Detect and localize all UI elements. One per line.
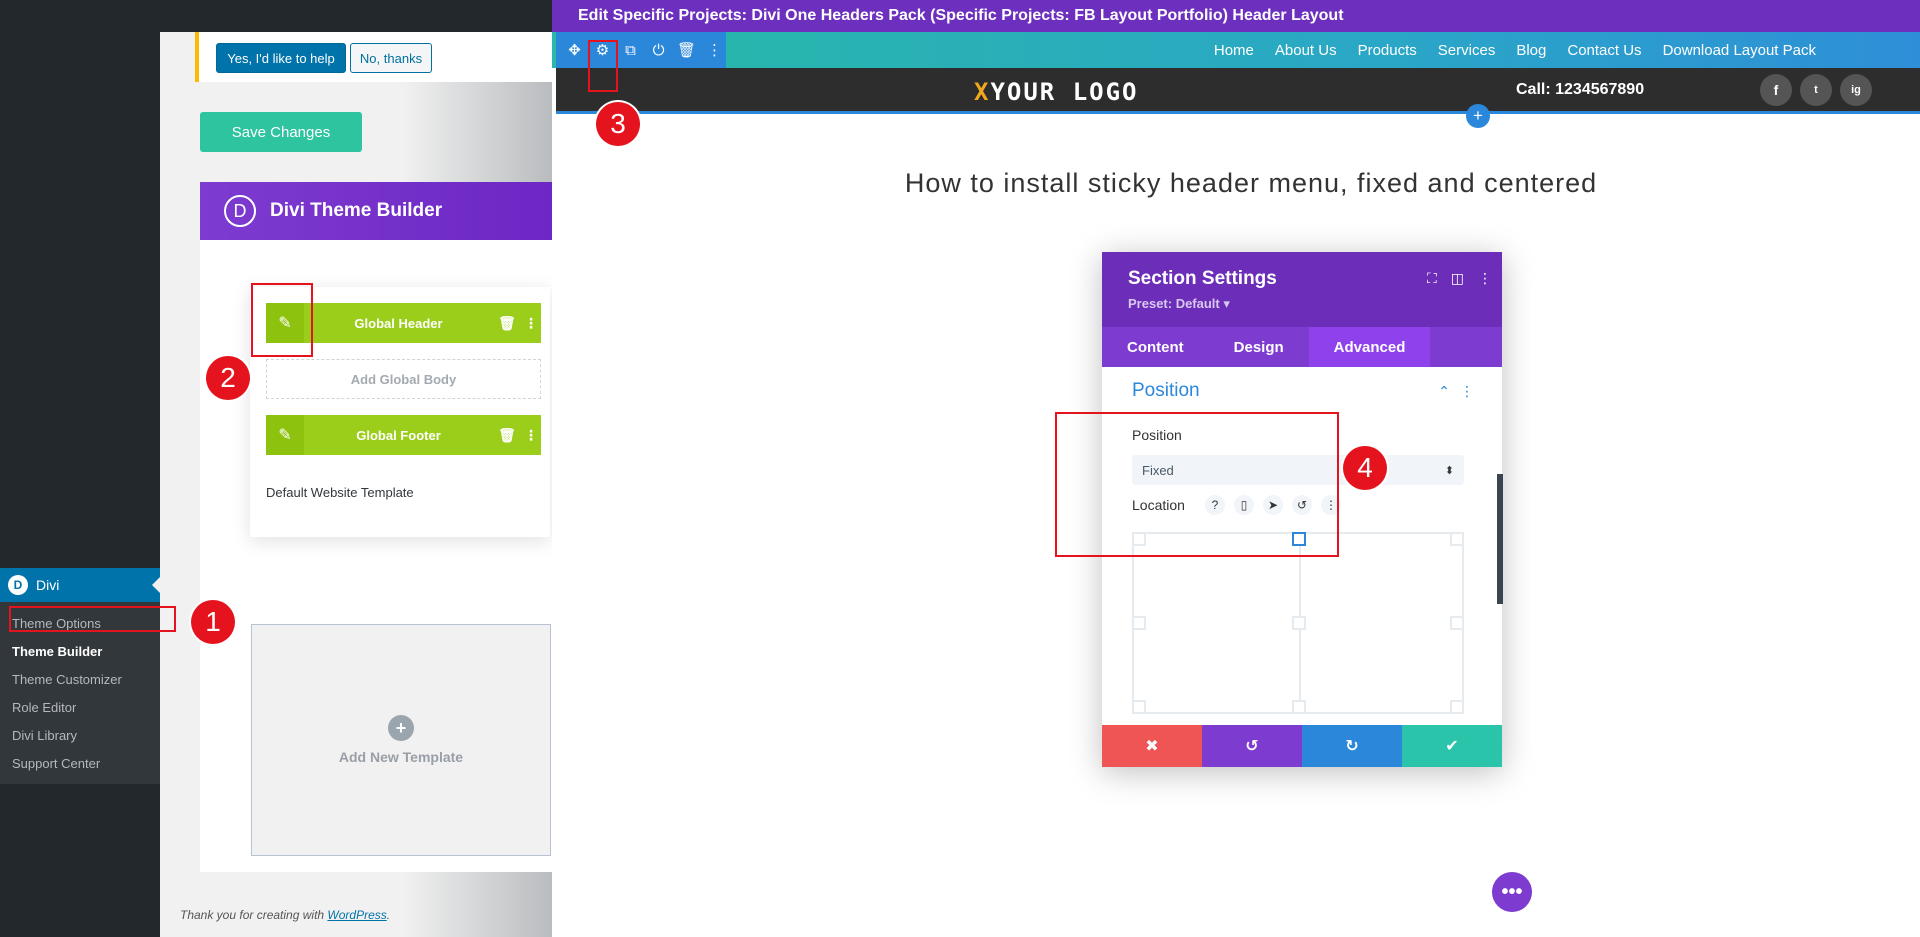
- location-center[interactable]: [1292, 616, 1306, 630]
- instagram-icon[interactable]: ig: [1840, 74, 1872, 106]
- more-icon[interactable]: ⋮: [521, 427, 541, 444]
- submenu-divi-library[interactable]: Divi Library: [0, 722, 160, 750]
- admin-menu-divi[interactable]: D Divi: [0, 568, 160, 602]
- global-footer-bar[interactable]: ✎ Global Footer 🗑 ⋮: [266, 415, 541, 455]
- add-section-button[interactable]: +: [1466, 104, 1490, 128]
- location-top-right[interactable]: [1450, 532, 1464, 546]
- trash-icon[interactable]: 🗑: [493, 315, 521, 332]
- trash-icon[interactable]: 🗑: [493, 427, 521, 444]
- pencil-icon[interactable]: ✎: [266, 415, 304, 455]
- settings-footer: ✖ ↺ ↻ ✔: [1102, 725, 1502, 767]
- nav-blog[interactable]: Blog: [1516, 42, 1546, 59]
- global-footer-label: Global Footer: [356, 427, 441, 443]
- redo-icon[interactable]: ↻: [1302, 725, 1402, 767]
- settings-header-icons: ⛶ ◫ ⋮: [1427, 270, 1492, 287]
- nav-download-layout-pack[interactable]: Download Layout Pack: [1663, 42, 1816, 59]
- facebook-icon[interactable]: f: [1760, 74, 1792, 106]
- visual-builder: Edit Specific Projects: Divi One Headers…: [552, 0, 1920, 937]
- plus-icon: +: [388, 715, 414, 741]
- location-center-left[interactable]: [1132, 616, 1146, 630]
- nav-contact-us[interactable]: Contact Us: [1567, 42, 1641, 59]
- annotation-marker-3: 3: [596, 102, 640, 146]
- annotation-marker-2: 2: [206, 356, 250, 400]
- check-icon[interactable]: ✔: [1402, 725, 1502, 767]
- call-text: Call: 1234567890: [1516, 81, 1645, 98]
- divi-icon: D: [8, 575, 28, 595]
- site-header: XYOUR LOGO Call: 1234567890 f t ig: [556, 68, 1920, 114]
- more-icon[interactable]: ⋮: [704, 41, 725, 59]
- page-heading: How to install sticky header menu, fixed…: [904, 168, 1598, 198]
- theme-builder-header: D Divi Theme Builder: [200, 182, 552, 240]
- add-new-template-label: Add New Template: [338, 749, 464, 765]
- wp-footer-text: Thank you for creating with WordPress.: [180, 908, 390, 922]
- section-toggle-icons[interactable]: ⌃⋮: [1438, 383, 1484, 400]
- split-view-icon[interactable]: ◫: [1451, 270, 1464, 287]
- settings-header: Section Settings Preset: Default ▾ ⛶ ◫ ⋮: [1102, 252, 1502, 327]
- more-icon[interactable]: ⋮: [521, 315, 541, 332]
- position-section-title[interactable]: Position: [1132, 380, 1200, 402]
- location-grid: [1132, 532, 1464, 714]
- move-icon[interactable]: ✥: [564, 41, 585, 59]
- add-global-body[interactable]: Add Global Body: [266, 359, 541, 399]
- more-icon[interactable]: ⋮: [1478, 270, 1492, 287]
- admin-notice: Yes, I'd like to help No, thanks: [195, 32, 552, 82]
- logo-text: YOUR LOGO: [990, 78, 1139, 106]
- tab-advanced[interactable]: Advanced: [1308, 327, 1431, 367]
- wp-content-area: Yes, I'd like to help No, thanks Save Ch…: [160, 32, 552, 937]
- footer-period: .: [386, 908, 391, 922]
- tab-design[interactable]: Design: [1209, 327, 1309, 367]
- admin-menu-divi-label: Divi: [36, 577, 60, 593]
- global-header-label: Global Header: [354, 315, 443, 331]
- settings-title: Section Settings: [1128, 268, 1277, 289]
- power-icon[interactable]: ⏻: [648, 42, 669, 59]
- twitter-icon[interactable]: t: [1800, 74, 1832, 106]
- annotation-marker-4: 4: [1343, 446, 1387, 490]
- theme-builder-title: Divi Theme Builder: [270, 200, 443, 221]
- annotation-box-4: [1055, 412, 1339, 557]
- site-logo[interactable]: XYOUR LOGO: [974, 78, 1139, 106]
- wordpress-link[interactable]: WordPress: [327, 908, 386, 922]
- template-name: Default Website Template: [266, 485, 414, 500]
- nav-services[interactable]: Services: [1438, 42, 1496, 59]
- nav-home[interactable]: Home: [1214, 42, 1254, 59]
- tab-content[interactable]: Content: [1102, 327, 1209, 367]
- settings-scrollbar[interactable]: [1497, 474, 1503, 604]
- header-menu-bar: ✥ ⚙ ⧉ ⏻ 🗑 ⋮ Home About Us Products Servi…: [552, 32, 1920, 68]
- add-new-template[interactable]: + Add New Template: [251, 624, 551, 856]
- notice-no-button[interactable]: No, thanks: [350, 43, 432, 73]
- annotation-box-2: [251, 283, 313, 357]
- fullscreen-icon[interactable]: ⛶: [1427, 270, 1437, 287]
- location-bottom-center[interactable]: [1292, 700, 1306, 714]
- main-nav: Home About Us Products Services Blog Con…: [1214, 32, 1816, 68]
- builder-menu-button[interactable]: •••: [1492, 872, 1532, 912]
- location-bottom-left[interactable]: [1132, 700, 1146, 714]
- submenu-role-editor[interactable]: Role Editor: [0, 694, 160, 722]
- submenu-support-center[interactable]: Support Center: [0, 750, 160, 778]
- location-bottom-right[interactable]: [1450, 700, 1464, 714]
- annotation-box-1: [9, 606, 176, 632]
- close-icon[interactable]: ✖: [1102, 725, 1202, 767]
- preset-dropdown[interactable]: Preset: Default ▾: [1128, 296, 1230, 312]
- divi-logo-icon: D: [224, 195, 256, 227]
- duplicate-icon[interactable]: ⧉: [620, 42, 641, 59]
- section-toolbar: ✥ ⚙ ⧉ ⏻ 🗑 ⋮: [556, 32, 726, 68]
- settings-tabs: Content Design Advanced: [1102, 327, 1502, 367]
- footer-text: Thank you for creating with: [180, 908, 325, 922]
- logo-accent: X: [974, 78, 991, 106]
- undo-icon[interactable]: ↺: [1202, 725, 1302, 767]
- annotation-box-3: [588, 40, 618, 92]
- nav-products[interactable]: Products: [1358, 42, 1417, 59]
- save-changes-button[interactable]: Save Changes: [200, 112, 362, 152]
- submenu-theme-builder[interactable]: Theme Builder: [0, 638, 160, 666]
- submenu-theme-customizer[interactable]: Theme Customizer: [0, 666, 160, 694]
- annotation-marker-1: 1: [191, 600, 235, 644]
- notice-yes-button[interactable]: Yes, I'd like to help: [216, 43, 346, 73]
- nav-about-us[interactable]: About Us: [1275, 42, 1337, 59]
- trash-icon[interactable]: 🗑: [676, 41, 697, 59]
- builder-title: Edit Specific Projects: Divi One Headers…: [552, 0, 1920, 32]
- location-center-right[interactable]: [1450, 616, 1464, 630]
